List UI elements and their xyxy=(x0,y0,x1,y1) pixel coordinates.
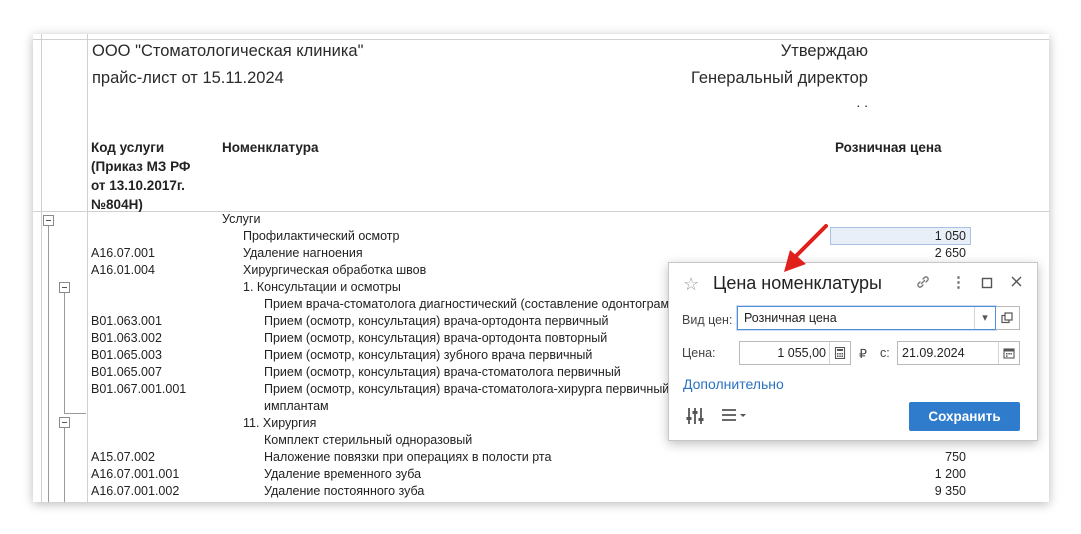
link-icon[interactable] xyxy=(915,274,931,294)
column-header-code-line: Код услуги xyxy=(91,140,165,155)
row-name: Прием (осмотр, консультация) врача-стома… xyxy=(264,365,621,379)
row-code: A15.07.002 xyxy=(91,450,155,464)
row-code: A16.01.004 xyxy=(91,263,155,277)
calendar-icon[interactable] xyxy=(998,342,1019,364)
row-code: A16.07.001.001 xyxy=(91,467,180,481)
row-name: Прием (осмотр, консультация) врача-стома… xyxy=(264,382,670,396)
currency-symbol: ₽ xyxy=(859,347,867,361)
row-price: 750 xyxy=(945,450,966,464)
from-label: с: xyxy=(880,346,890,360)
column-header-code: Код услуги (Приказ МЗ РФ от 13.10.2017г.… xyxy=(91,138,190,214)
more-details-link[interactable]: Дополнительно xyxy=(683,376,784,392)
row-name: Прием (осмотр, консультация) зубного вра… xyxy=(264,348,593,362)
price-type-field[interactable]: Розничная цена ▾ xyxy=(737,306,996,330)
row-name: Хирургическая обработка швов xyxy=(243,263,427,277)
row-name: Удаление постоянного зуба xyxy=(264,484,425,498)
table-row[interactable]: Услуги xyxy=(33,211,1049,228)
row-name: Услуги xyxy=(222,212,261,226)
table-row[interactable]: A16.07.001 Удаление нагноения 2 650 xyxy=(33,245,1049,262)
row-code: B01.063.002 xyxy=(91,331,162,345)
row-code: A16.07.001.002 xyxy=(91,484,180,498)
row-name: Комплект стерильный одноразовый xyxy=(264,433,473,447)
table-row[interactable]: A15.07.002 Наложение повязки при операци… xyxy=(33,449,1049,466)
menu-icon[interactable] xyxy=(721,407,749,427)
row-name: Профилактический осмотр xyxy=(243,229,400,243)
settings-sliders-icon[interactable] xyxy=(685,406,705,430)
signature-dots: . . xyxy=(856,94,868,110)
date-input[interactable]: 21.09.2024 xyxy=(897,341,1020,365)
row-name: Удаление временного зуба xyxy=(264,467,422,481)
row-name: Наложение повязки при операциях в полост… xyxy=(264,450,552,464)
row-code: B01.065.003 xyxy=(91,348,162,362)
row-code: B01.067.001.001 xyxy=(91,382,187,396)
row-name: Удаление нагноения xyxy=(243,246,363,260)
row-name: Прием врача-стоматолога диагностический … xyxy=(264,297,687,311)
chevron-down-icon[interactable]: ▾ xyxy=(974,307,995,329)
column-header-code-line: от 13.10.2017г. xyxy=(91,178,185,193)
row-name: 11. Хирургия xyxy=(243,416,317,430)
pricelist-title: прайс-лист от 15.11.2024 xyxy=(92,69,284,87)
star-icon[interactable]: ☆ xyxy=(683,274,699,295)
price-input[interactable]: 1 055,00 xyxy=(739,341,851,365)
approve-label: Утверждаю xyxy=(780,42,868,60)
price-type-value: Розничная цена xyxy=(744,311,837,325)
item-price-dialog: ☆ Цена номенклатуры ⋮ Вид цен: Розничная… xyxy=(668,262,1038,441)
row-code: B01.063.001 xyxy=(91,314,162,328)
table-row[interactable]: Профилактический осмотр 1 050 xyxy=(33,228,1049,245)
column-header-code-line: (Приказ МЗ РФ xyxy=(91,159,191,174)
row-price: 2 650 xyxy=(934,246,966,260)
column-header-price: Розничная цена xyxy=(835,140,942,155)
row-name: Прием (осмотр, консультация) врача-ортод… xyxy=(264,331,608,345)
grid-line xyxy=(33,39,1049,40)
price-type-label: Вид цен: xyxy=(682,313,733,327)
calculator-icon[interactable] xyxy=(829,342,850,364)
row-code: A16.07.001 xyxy=(91,246,155,260)
close-icon[interactable] xyxy=(1010,275,1023,292)
table-row[interactable]: A16.07.001.001 Удаление временного зуба … xyxy=(33,466,1049,483)
date-value: 21.09.2024 xyxy=(902,346,965,360)
director-label: Генеральный директор xyxy=(691,69,868,87)
row-price: 1 200 xyxy=(934,467,966,481)
open-icon[interactable] xyxy=(996,306,1020,330)
row-name: имплантам xyxy=(264,399,329,413)
save-button[interactable]: Сохранить xyxy=(909,402,1020,431)
column-header-name: Номенклатура xyxy=(222,140,319,155)
row-name: Прием (осмотр, консультация) врача-ортод… xyxy=(264,314,609,328)
more-vertical-icon[interactable]: ⋮ xyxy=(951,273,966,291)
row-price: 1 050 xyxy=(934,229,966,243)
price-value: 1 055,00 xyxy=(777,346,826,360)
row-price: 9 350 xyxy=(934,484,966,498)
table-row[interactable]: A16.07.001.002 Удаление постоянного зуба… xyxy=(33,483,1049,500)
row-code: B01.065.007 xyxy=(91,365,162,379)
row-name: 1. Консультации и осмотры xyxy=(243,280,401,294)
maximize-icon[interactable] xyxy=(981,276,993,293)
org-name: ООО "Стоматологическая клиника" xyxy=(92,42,364,60)
annotation-arrow-icon xyxy=(784,224,828,272)
price-label: Цена: xyxy=(682,346,716,360)
